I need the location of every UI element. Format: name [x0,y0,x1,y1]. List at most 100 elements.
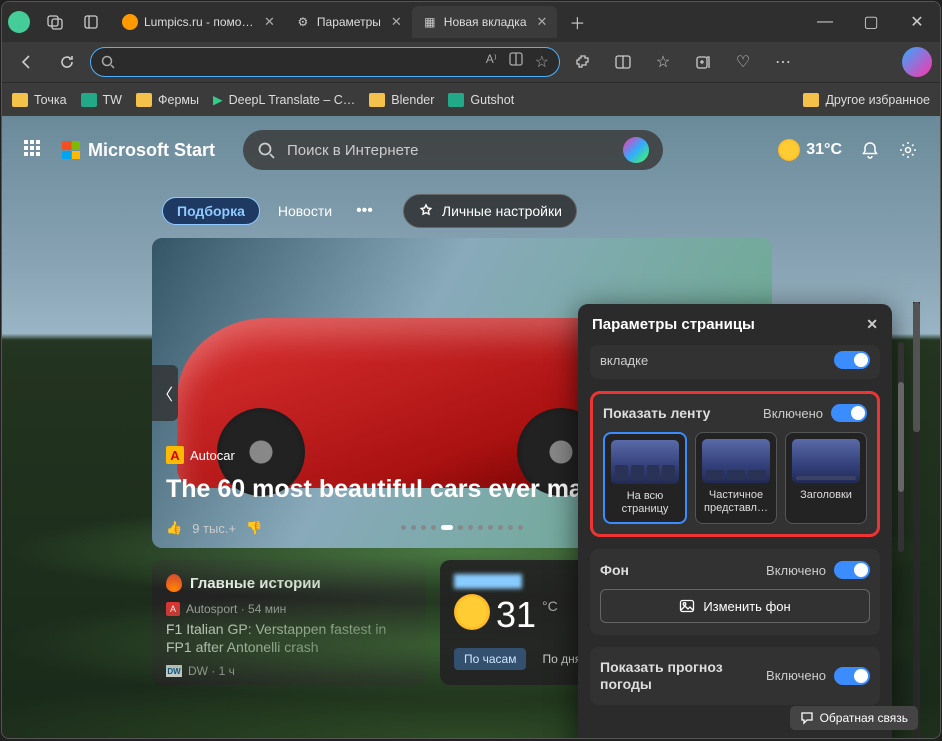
tab-label: Новая вкладка [444,15,527,29]
dislike-icon[interactable]: 👎 [246,520,262,536]
search-bar[interactable]: Поиск в Интернете [243,130,663,170]
window-controls: ― ▢ ✕ [802,2,940,42]
like-icon[interactable]: 👍 [166,520,182,536]
forecast-label: Показать прогноз погоды [600,659,750,693]
bookmark-label: Blender [391,93,434,107]
title-bar: Lumpics.ru - помощь с ✕ ⚙ Параметры ✕ ▦ … [2,2,940,42]
toggle-show-feed[interactable] [831,404,867,422]
close-icon[interactable]: ✕ [537,14,548,30]
settings-icon[interactable] [898,140,918,160]
weather-mini[interactable]: 31°C [778,139,842,161]
bookmark-item[interactable]: ▶DeepL Translate – C… [213,92,355,107]
tab-label: Lumpics.ru - помощь с [144,15,254,29]
sun-icon [454,594,490,630]
split-screen-icon[interactable] [606,47,640,77]
favicon-ntp-icon: ▦ [422,14,438,30]
panel-close-icon[interactable]: ✕ [866,316,878,333]
favorite-icon[interactable]: ☆ [535,52,549,72]
notifications-icon[interactable] [860,140,880,160]
page-settings-panel: Параметры страницы ✕ вкладке Показать ле… [578,304,892,738]
start-header: Microsoft Start Поиск в Интернете 31°C [2,116,940,184]
bookmark-item[interactable]: Фермы [136,93,199,107]
bookmark-label: DeepL Translate – C… [229,93,356,107]
toggle[interactable] [834,351,870,369]
menu-button[interactable]: ⋯ [766,47,800,77]
scrollbar-thumb[interactable] [913,302,920,432]
option-label: На всю страницу [611,490,679,516]
read-aloud-icon[interactable]: A⁾ [486,52,497,72]
new-tab-button[interactable]: ＋ [563,8,591,36]
hero-source: AAutocar [166,446,235,464]
feed-option-full[interactable]: На всю страницу [603,432,687,524]
maximize-button[interactable]: ▢ [848,2,894,42]
app-launcher-icon[interactable] [24,140,44,160]
tab-settings[interactable]: ⚙ Параметры ✕ [285,6,412,38]
favorites-icon[interactable]: ☆ [646,47,680,77]
change-bg-label: Изменить фон [703,599,790,614]
personal-settings-button[interactable]: Личные настройки [403,194,577,228]
page-scrollbar[interactable] [913,302,920,738]
toolbar: A⁾ ☆ ☆ ♡ ⋯ [2,42,940,82]
prev-section-stub: вкладке [600,353,648,368]
carousel-prev-button[interactable]: 〈 [152,365,178,421]
feed-tabs: Подборка Новости ••• Личные настройки [2,194,940,228]
temp-label: 31°C [806,141,842,159]
feed-option-partial[interactable]: Частичное представл… [695,432,777,524]
back-button[interactable] [10,47,44,77]
bookmark-item[interactable]: Точка [12,93,67,107]
feed-option-headlines[interactable]: Заголовки [785,432,867,524]
profile-avatar[interactable] [8,11,30,33]
vertical-tabs-icon[interactable] [76,7,106,37]
tab-feed-news[interactable]: Новости [270,198,340,224]
panel-scrollbar[interactable] [898,342,904,552]
extensions-icon[interactable] [566,47,600,77]
tab-lumpics[interactable]: Lumpics.ru - помощь с ✕ [112,6,285,38]
feedback-button[interactable]: Обратная связь [790,706,918,730]
site-icon [448,93,464,107]
search-icon [101,55,115,69]
folder-icon [369,93,385,107]
hero-image [177,318,647,488]
tab-strip: Lumpics.ru - помощь с ✕ ⚙ Параметры ✕ ▦ … [112,2,591,42]
minimize-button[interactable]: ― [802,2,848,42]
sun-icon [778,139,800,161]
toggle-forecast[interactable] [834,667,870,685]
personal-settings-label: Личные настройки [442,203,562,219]
refresh-button[interactable] [50,47,84,77]
show-feed-label: Показать ленту [603,405,710,421]
address-bar[interactable]: A⁾ ☆ [90,47,560,77]
copilot-icon[interactable] [623,137,649,163]
tab-feed-selection[interactable]: Подборка [162,197,260,225]
bookmark-item[interactable]: TW [81,93,122,107]
close-button[interactable]: ✕ [894,2,940,42]
scrollbar-thumb[interactable] [898,382,904,492]
panel-title: Параметры страницы [592,316,755,333]
bookmark-label: Фермы [158,93,199,107]
weather-tab-hourly[interactable]: По часам [454,648,526,670]
ms-start-logo[interactable]: Microsoft Start [62,140,215,161]
bookmark-item[interactable]: Blender [369,93,434,107]
translate-icon[interactable] [509,52,523,72]
close-icon[interactable]: ✕ [264,14,275,30]
hero-reactions[interactable]: 👍 9 тыс.+ 👎 [166,520,262,536]
option-label: Заголовки [800,489,852,515]
workspaces-icon[interactable] [40,7,70,37]
option-label: Частичное представл… [702,489,770,515]
bookmark-label: Точка [34,93,67,107]
tab-newtab[interactable]: ▦ Новая вкладка ✕ [412,6,558,38]
favicon-lumpics [122,14,138,30]
toggle-background[interactable] [834,561,870,579]
collections-icon[interactable] [686,47,720,77]
close-icon[interactable]: ✕ [391,14,402,30]
folder-icon [136,93,152,107]
tab-feed-more[interactable]: ••• [350,202,379,220]
weather-unit: °C [542,598,558,614]
weather-temp: 31 [496,594,536,636]
feedback-label: Обратная связь [820,711,908,725]
carousel-dots[interactable] [401,525,523,530]
browser-essentials-icon[interactable]: ♡ [726,47,760,77]
other-bookmarks[interactable]: Другое избранное [803,93,930,107]
bookmark-item[interactable]: Gutshot [448,93,514,107]
copilot-button[interactable] [902,47,932,77]
change-background-button[interactable]: Изменить фон [600,589,870,623]
